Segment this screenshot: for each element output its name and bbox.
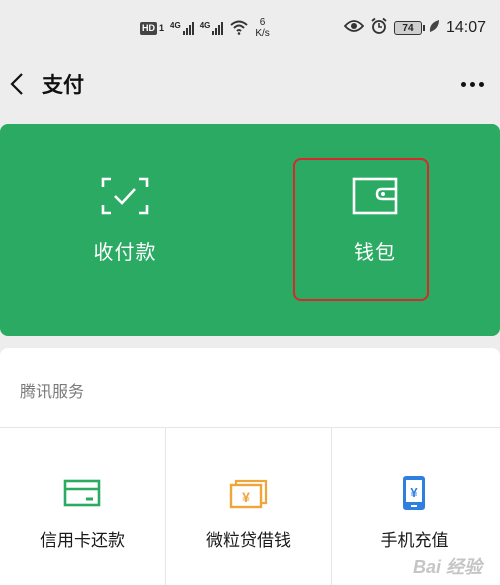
credit-card-icon <box>63 479 101 507</box>
svg-text:¥: ¥ <box>242 489 250 505</box>
network-type-2: 4G <box>199 21 211 30</box>
wifi-icon <box>229 19 249 38</box>
speed-value: 6 <box>259 17 266 28</box>
hd-badge: HD <box>140 21 157 35</box>
status-right: 74 14:07 <box>343 14 486 42</box>
watermark: Bai 经验 <box>412 557 482 577</box>
wallet-button[interactable]: 钱包 <box>250 124 500 336</box>
loan-button[interactable]: ¥ 微粒贷借钱 <box>166 428 331 585</box>
wallet-icon <box>352 177 398 215</box>
nav-bar: 支付 <box>0 56 500 112</box>
back-button[interactable] <box>6 70 28 98</box>
wallet-label: 钱包 <box>354 240 396 264</box>
phone-recharge-label: 手机充值 <box>380 531 449 551</box>
credit-card-repay-button[interactable]: 信用卡还款 <box>0 428 165 585</box>
more-dots-icon <box>460 81 466 87</box>
status-indicators: HD 1 4G 4G 6 K/s <box>140 14 270 42</box>
more-button[interactable] <box>458 74 486 94</box>
loan-icon: ¥ <box>229 479 268 509</box>
receive-payment-button[interactable]: 收付款 <box>0 124 250 336</box>
credit-card-repay-label: 信用卡还款 <box>40 531 125 551</box>
eye-icon <box>343 19 365 38</box>
tencent-services-panel: 腾讯服务 信用卡还款 ¥ 微粒贷借钱 ¥ 手机充值 Bai 经验 <box>0 348 500 585</box>
signal-icon: 4G <box>170 21 194 35</box>
scan-receive-icon <box>101 177 149 215</box>
network-type-1: 4G <box>170 21 181 30</box>
alarm-icon <box>370 17 388 40</box>
network-speed: 6 K/s <box>255 17 269 39</box>
battery-indicator: 74 <box>393 21 425 35</box>
status-time: 14:07 <box>445 19 486 36</box>
receive-payment-label: 收付款 <box>93 240 157 264</box>
page-title: 支付 <box>42 73 84 97</box>
hd-sim-number: 1 <box>159 23 165 33</box>
phone-recharge-icon: ¥ <box>403 476 425 510</box>
status-bar: HD 1 4G 4G 6 K/s 74 14:07 <box>0 0 500 56</box>
loan-label: 微粒贷借钱 <box>206 531 291 551</box>
speed-unit: K/s <box>255 28 270 39</box>
section-title: 腾讯服务 <box>20 382 85 401</box>
leaf-icon <box>428 19 440 38</box>
svg-text:¥: ¥ <box>410 485 418 500</box>
signal-icon: 4G <box>200 21 224 35</box>
chevron-left-icon <box>10 73 23 95</box>
payment-card: 收付款 钱包 <box>0 124 500 336</box>
